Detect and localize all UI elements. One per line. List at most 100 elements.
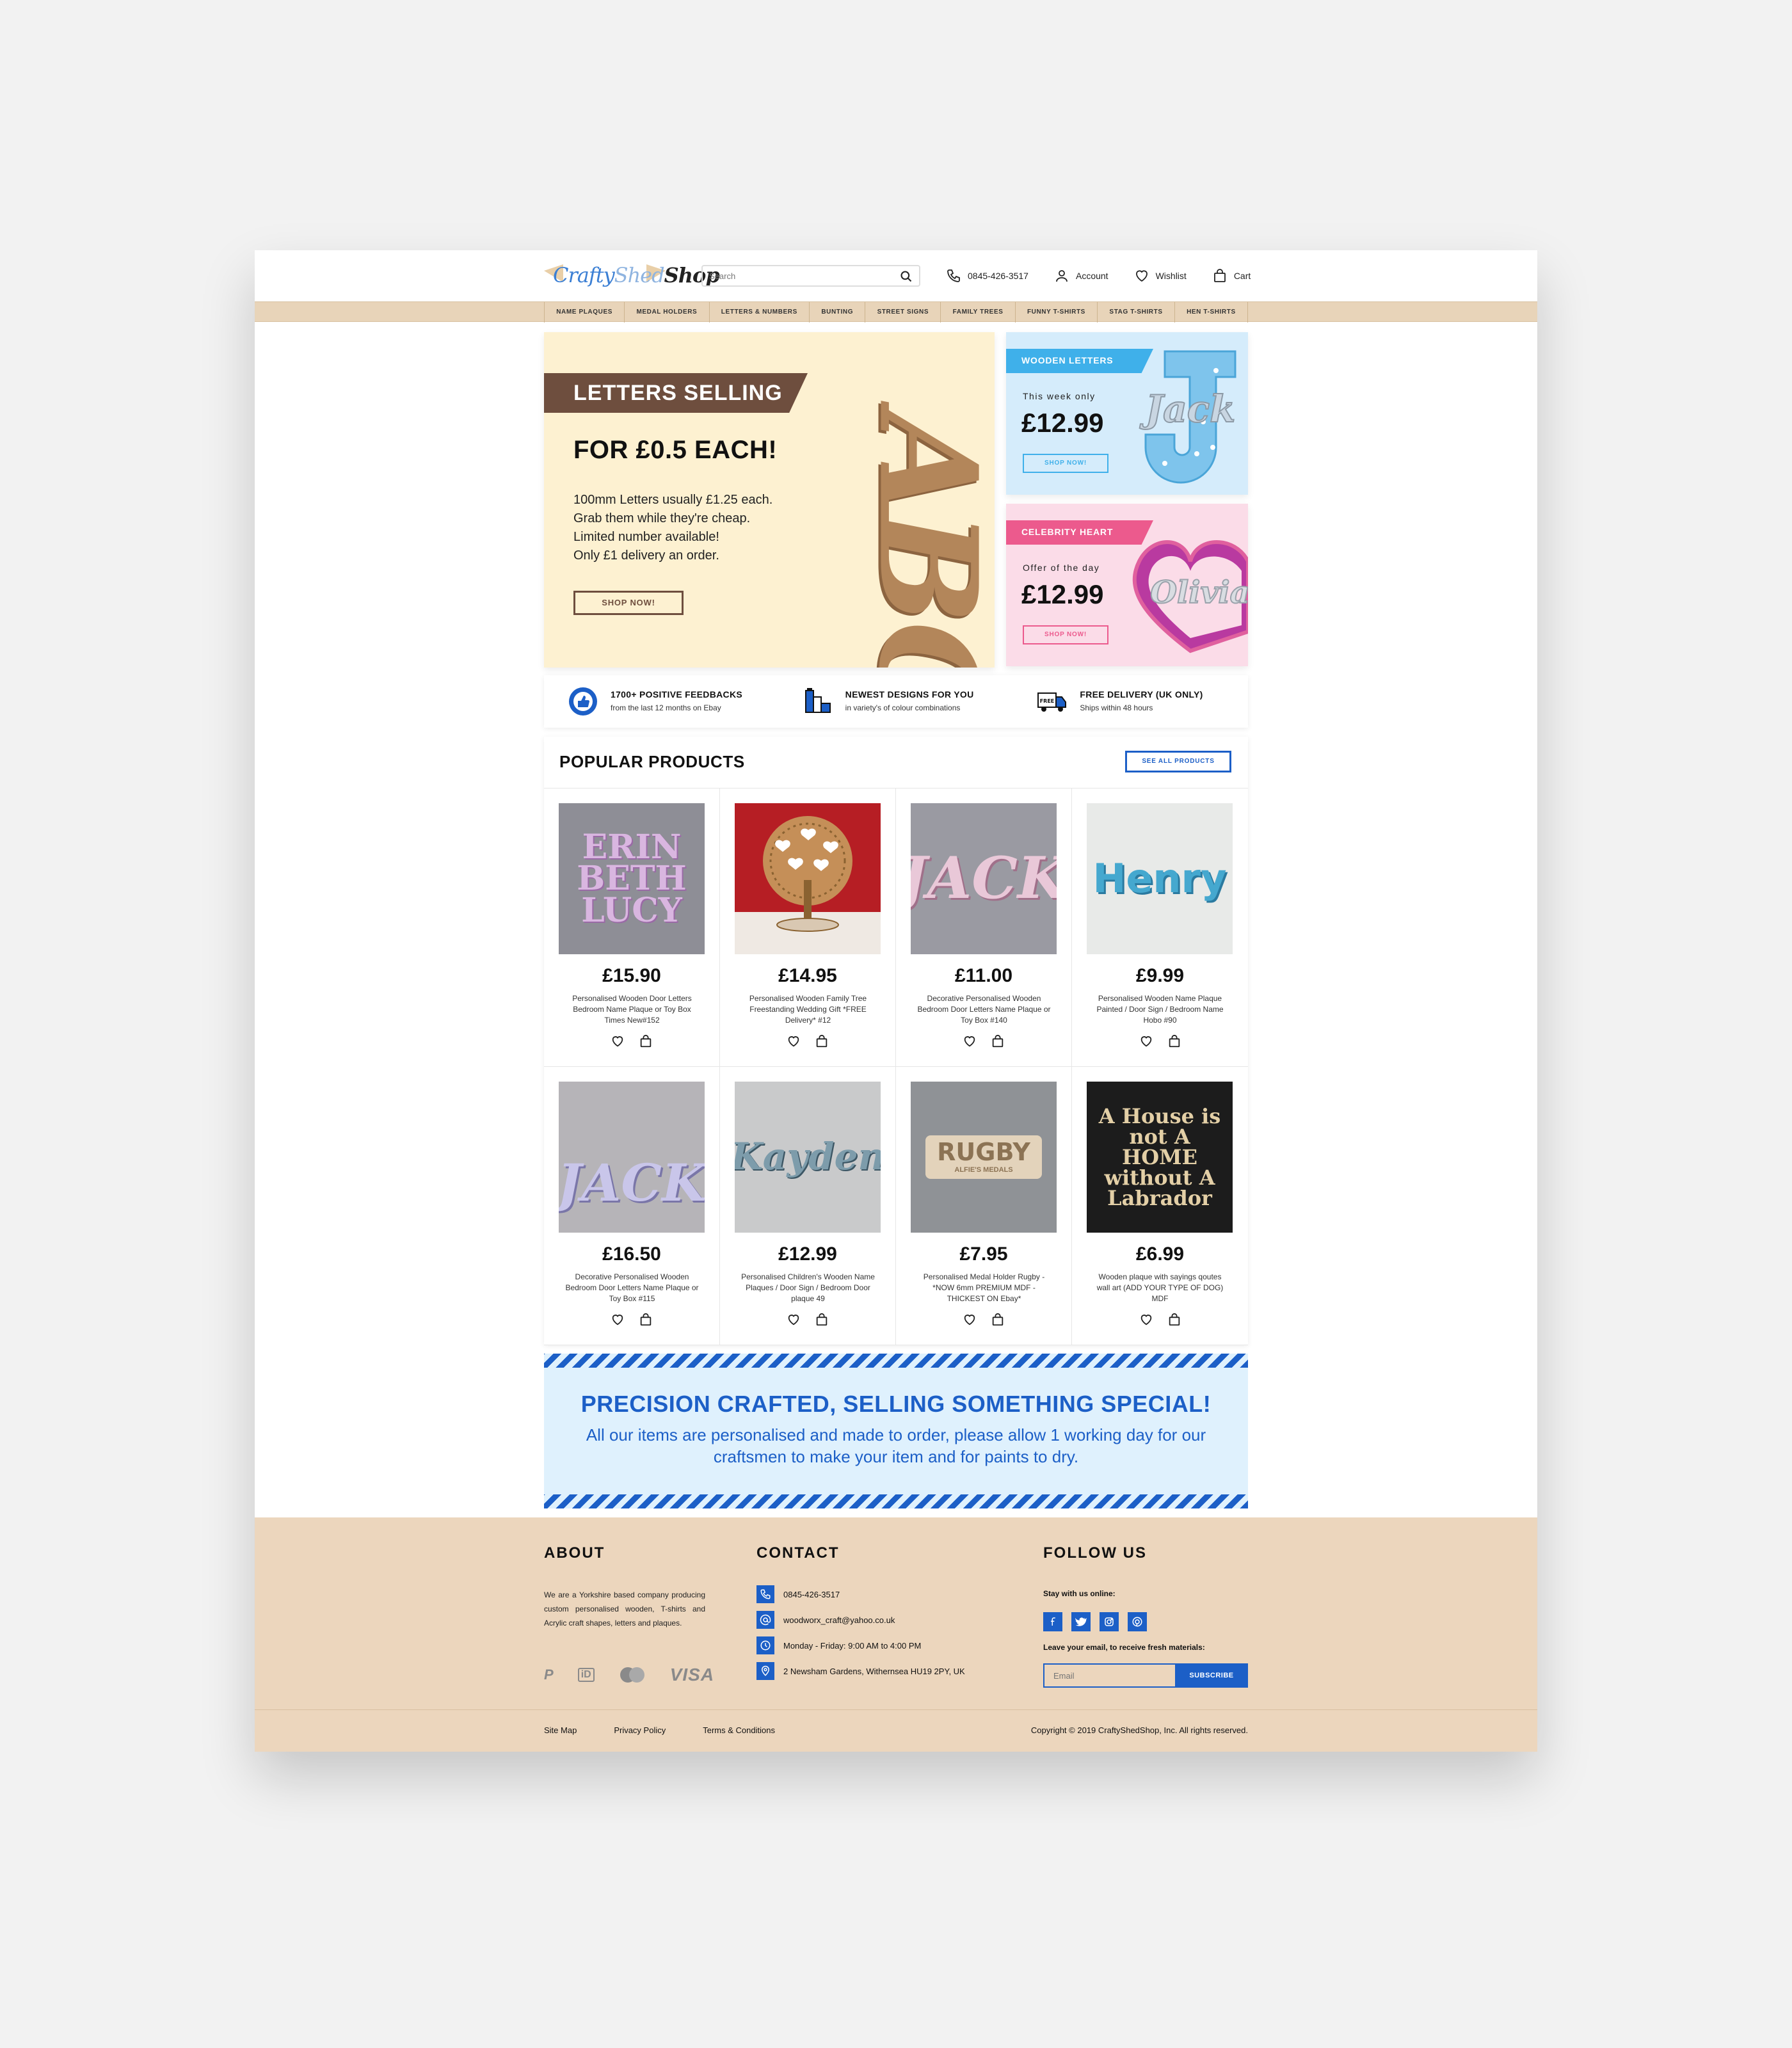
wishlist-heart-icon[interactable] [787,1313,801,1327]
clock-icon [760,1640,771,1651]
product-image[interactable]: JACK [911,803,1057,954]
product-actions [1072,1313,1248,1327]
payment-methods: P iD VISA [544,1665,714,1685]
feature-title: NEWEST DESIGNS FOR YOU [845,689,974,700]
footer-link-terms[interactable]: Terms & Conditions [703,1725,775,1735]
add-to-cart-icon[interactable] [815,1034,829,1048]
nav-item-hen-tshirts[interactable]: HEN T-SHIRTS [1174,302,1248,323]
promo-tag-label: CELEBRITY HEART [1021,527,1114,537]
wishlist-heart-icon[interactable] [611,1034,625,1048]
product-name[interactable]: Personalised Medal Holder Rugby - *NOW 6… [915,1272,1053,1304]
product-image[interactable]: Kayden [735,1082,881,1233]
add-to-cart-icon[interactable] [639,1034,653,1048]
product-name[interactable]: Personalised Wooden Door Letters Bedroom… [563,993,701,1026]
nav-item-street-signs[interactable]: STREET SIGNS [865,302,940,323]
promo-shop-now-button[interactable]: SHOP NOW! [1023,625,1108,644]
wishlist-heart-icon[interactable] [1139,1034,1153,1048]
nav-item-medal-holders[interactable]: MEDAL HOLDERS [624,302,708,323]
product-card[interactable]: JACK £16.50 Decorative Personalised Wood… [544,1067,720,1345]
wishlist-heart-icon[interactable] [963,1313,977,1327]
product-card[interactable]: RUGBY ALFIE'S MEDALS £7.95 Personalised … [896,1067,1072,1345]
phone-icon [947,269,960,282]
product-name[interactable]: Wooden plaque with sayings qoutes wall a… [1091,1272,1229,1304]
subscribe-button[interactable]: SUBSCRIBE [1175,1663,1248,1688]
product-image-text: Kayden [735,1135,881,1179]
product-card[interactable]: ERIN BETH LUCY £15.90 Personalised Woode… [544,788,720,1067]
product-card[interactable]: JACK £11.00 Decorative Personalised Wood… [896,788,1072,1067]
add-to-cart-icon[interactable] [991,1034,1005,1048]
search-box [701,265,920,287]
instagram-link[interactable] [1100,1612,1119,1631]
nav-item-stag-tshirts[interactable]: STAG T-SHIRTS [1097,302,1174,323]
hero-shop-now-button[interactable]: SHOP NOW! [573,591,684,615]
instagram-icon [1105,1617,1114,1626]
hero-ribbon-label: LETTERS SELLING [573,381,783,405]
wishlist-heart-icon[interactable] [787,1034,801,1048]
product-name[interactable]: Personalised Wooden Family Tree Freestan… [739,993,877,1026]
product-name[interactable]: Personalised Children's Wooden Name Plaq… [739,1272,877,1304]
heart-icon [1135,270,1148,282]
product-image[interactable]: ERIN BETH LUCY [559,803,705,954]
banner-stripe [544,1494,1248,1508]
header-account[interactable]: Account [1054,266,1108,286]
product-actions [544,1034,719,1048]
footer-links: Site Map Privacy Policy Terms & Conditio… [544,1725,775,1735]
twitter-icon [1075,1617,1087,1626]
footer-follow-title: FOLLOW US [1043,1544,1147,1562]
promo-shop-now-button[interactable]: SHOP NOW! [1023,454,1108,473]
product-name[interactable]: Personalised Wooden Name Plaque Painted … [1091,993,1229,1026]
banner-description: All our items are personalised and made … [586,1425,1206,1466]
feature-subtitle: in variety's of colour combinations [845,703,961,712]
facebook-link[interactable] [1043,1612,1062,1631]
product-image[interactable]: RUGBY ALFIE'S MEDALS [911,1082,1057,1233]
product-image[interactable] [735,803,881,954]
product-card[interactable]: A House is not A HOME without A Labrador… [1072,1067,1248,1345]
wooden-letter-j-image: Jack [1139,350,1236,484]
header-wishlist[interactable]: Wishlist [1134,266,1187,286]
pinterest-link[interactable] [1128,1612,1147,1631]
site-logo[interactable]: CraftyShedShop [544,255,720,296]
product-actions [896,1313,1071,1327]
email-icon [760,1614,771,1626]
mastercard-icon [620,1667,644,1683]
add-to-cart-icon[interactable] [1167,1034,1181,1048]
footer-link-privacy[interactable]: Privacy Policy [614,1725,666,1735]
product-card[interactable]: £14.95 Personalised Wooden Family Tree F… [720,788,896,1067]
promo-tag-label: WOODEN LETTERS [1021,355,1114,365]
add-to-cart-icon[interactable] [639,1313,653,1327]
add-to-cart-icon[interactable] [1167,1313,1181,1327]
product-name[interactable]: Decorative Personalised Wooden Bedroom D… [915,993,1053,1026]
contact-phone[interactable]: 0845-426-3517 [756,1581,965,1607]
product-card[interactable]: Henry £9.99 Personalised Wooden Name Pla… [1072,788,1248,1067]
add-to-cart-icon[interactable] [815,1313,829,1327]
header-cart[interactable]: Cart [1212,266,1251,286]
footer-link-sitemap[interactable]: Site Map [544,1725,577,1735]
wishlist-heart-icon[interactable] [1139,1313,1153,1327]
twitter-link[interactable] [1071,1612,1091,1631]
nav-item-bunting[interactable]: BUNTING [809,302,865,323]
add-to-cart-icon[interactable] [991,1313,1005,1327]
product-image[interactable]: A House is not A HOME without A Labrador [1087,1082,1233,1233]
nav-item-name-plaques[interactable]: NAME PLAQUES [544,302,624,323]
header-phone[interactable]: 0845-426-3517 [946,266,1028,286]
product-card[interactable]: Kayden £12.99 Personalised Children's Wo… [720,1067,896,1345]
nav-item-letters-numbers[interactable]: LETTERS & NUMBERS [708,302,810,323]
contact-email[interactable]: woodworx_craft@yahoo.co.uk [756,1607,965,1633]
shopping-bag-icon [1213,269,1226,282]
product-image[interactable]: Henry [1087,803,1233,954]
promo-wooden-letters: WOODEN LETTERS This week only £12.99 SHO… [1006,332,1248,495]
wishlist-heart-icon[interactable] [963,1034,977,1048]
product-image[interactable]: JACK [559,1082,705,1233]
delivery-truck-icon: FREE [1037,692,1067,712]
product-price: £16.50 [602,1244,661,1265]
email-field[interactable] [1043,1663,1175,1688]
product-actions [1072,1034,1248,1048]
search-icon[interactable] [900,270,913,283]
search-input[interactable] [709,269,888,283]
see-all-products-button[interactable]: SEE ALL PRODUCTS [1125,751,1231,772]
nav-item-family-trees[interactable]: FAMILY TREES [940,302,1014,323]
wishlist-heart-icon[interactable] [611,1313,625,1327]
nav-item-funny-tshirts[interactable]: FUNNY T-SHIRTS [1014,302,1097,323]
product-name[interactable]: Decorative Personalised Wooden Bedroom D… [563,1272,701,1304]
product-grid: ERIN BETH LUCY £15.90 Personalised Woode… [544,788,1248,1345]
